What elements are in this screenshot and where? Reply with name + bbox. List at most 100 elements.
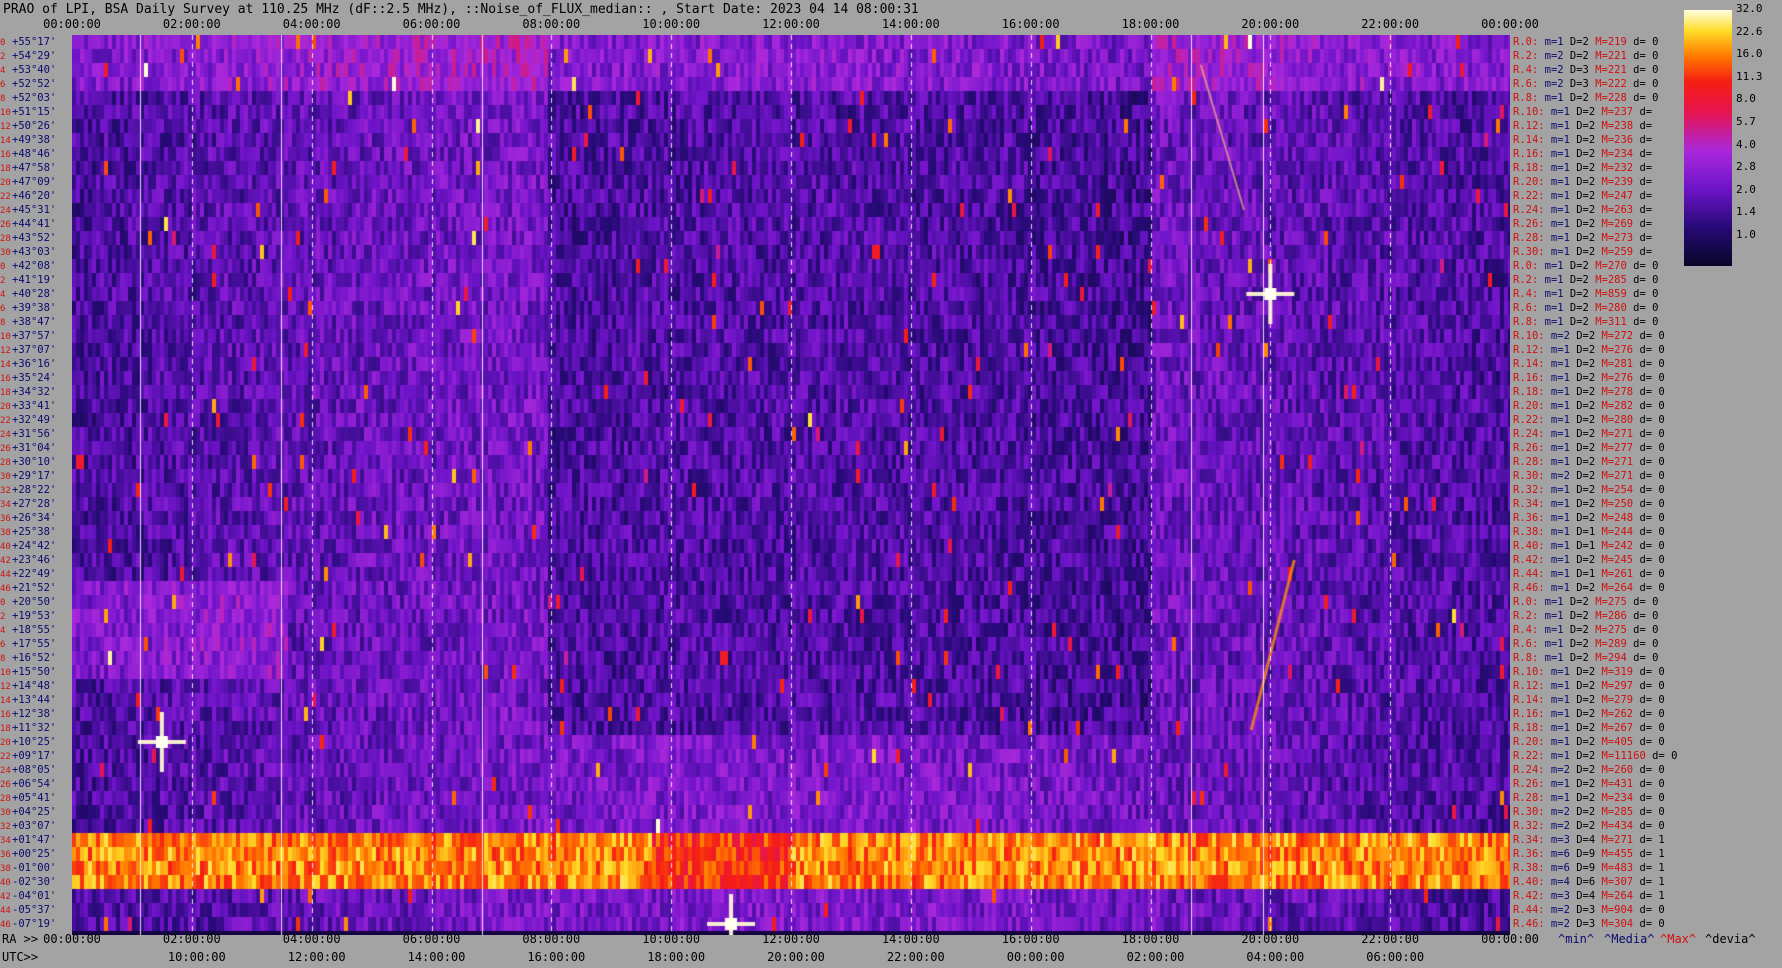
stat-m: m=1	[1544, 344, 1570, 356]
stat-dev: d= 0	[1633, 582, 1665, 594]
declination-row-label: 46-07°19'	[0, 917, 56, 931]
row-declination: +28°22'	[12, 484, 57, 496]
declination-row-label: 4 +18°55'	[0, 623, 56, 637]
stat-max: M=304	[1595, 918, 1634, 930]
stat-r: R.36:	[1513, 848, 1545, 860]
row-index: 12	[0, 682, 11, 692]
row-declination: +17°55'	[12, 638, 57, 650]
stat-d: D=2	[1569, 736, 1596, 748]
stat-max: M=311	[1588, 316, 1627, 328]
declination-row-label: 40-02°30'	[0, 875, 56, 889]
stat-dev: d=	[1633, 204, 1653, 216]
row-stat: R.46: m=2 D=3 M=304 d= 0	[1513, 917, 1665, 931]
row-index: 6	[0, 80, 6, 90]
top-axis-tick: 02:00:00	[162, 17, 221, 31]
row-index: 28	[0, 458, 11, 468]
colorbar-tick: 2.8	[1736, 160, 1756, 174]
row-stat: R.38: m=1 D=1 M=244 d= 0	[1513, 525, 1665, 539]
row-declination: +04°25'	[12, 806, 57, 818]
row-index: 10	[0, 668, 11, 678]
declination-row-label: 38+25°38'	[0, 525, 56, 539]
row-index: 26	[0, 220, 11, 230]
row-stat: R.16: m=1 D=2 M=262 d= 0	[1513, 707, 1665, 721]
row-index: 26	[0, 780, 11, 790]
stat-r: R.24:	[1513, 764, 1545, 776]
row-index: 8	[0, 654, 6, 664]
stat-r: R.18:	[1513, 722, 1545, 734]
declination-row-label: 6 +39°38'	[0, 301, 56, 315]
stat-max: M=294	[1588, 652, 1627, 664]
stat-d: D=2	[1569, 372, 1596, 384]
stat-m: m=2	[1538, 78, 1564, 90]
stat-m: m=1	[1538, 624, 1564, 636]
row-declination: +06°54'	[12, 778, 57, 790]
stat-d: D=1	[1569, 540, 1596, 552]
stat-r: R.10:	[1513, 106, 1545, 118]
stat-r: R.12:	[1513, 344, 1545, 356]
stat-d: D=2	[1563, 274, 1589, 286]
stat-m: m=1	[1538, 274, 1564, 286]
stat-d: D=2	[1563, 652, 1589, 664]
colorbar-tick: 8.0	[1736, 92, 1756, 106]
stat-dev: d= 0	[1645, 750, 1678, 762]
stat-m: m=1	[1544, 372, 1570, 384]
declination-row-label: 24+31°56'	[0, 427, 56, 441]
declination-row-label: 28+30°10'	[0, 455, 56, 469]
row-index: 16	[0, 150, 11, 160]
stat-d: D=2	[1569, 680, 1596, 692]
row-index: 16	[0, 374, 11, 384]
row-declination: -01°00'	[12, 862, 57, 874]
stat-d: D=2	[1569, 456, 1596, 468]
stat-r: R.26:	[1513, 218, 1545, 230]
utc-axis-tick: 02:00:00	[1126, 950, 1185, 964]
declination-row-label: 26+06°54'	[0, 777, 56, 791]
stat-max: M=261	[1595, 568, 1634, 580]
stat-max: M=221	[1588, 50, 1627, 62]
stat-r: R.14:	[1513, 134, 1545, 146]
stat-d: D=2	[1569, 162, 1596, 174]
stat-m: m=1	[1544, 414, 1570, 426]
row-declination: +55°17'	[12, 36, 57, 48]
stat-d: D=2	[1569, 778, 1596, 790]
row-stat: R.0: m=1 D=2 M=275 d= 0	[1513, 595, 1658, 609]
stat-max: M=254	[1595, 484, 1634, 496]
row-index: 28	[0, 794, 11, 804]
stat-dev: d= 0	[1633, 470, 1665, 482]
row-index: 36	[0, 514, 11, 524]
row-stat: R.26: m=1 D=2 M=277 d= 0	[1513, 441, 1665, 455]
row-index: 14	[0, 136, 11, 146]
row-index: 12	[0, 346, 11, 356]
row-stat: R.8: m=1 D=2 M=294 d= 0	[1513, 651, 1658, 665]
stat-dev: d= 0	[1633, 722, 1665, 734]
stat-max: M=244	[1595, 526, 1634, 538]
declination-row-label: 18+47°58'	[0, 161, 56, 175]
row-declination: +27°28'	[12, 498, 57, 510]
row-declination: +37°07'	[12, 344, 57, 356]
stat-dev: d=	[1633, 134, 1653, 146]
stat-d: D=2	[1569, 218, 1596, 230]
stat-r: R.44:	[1513, 568, 1545, 580]
stat-r: R.34:	[1513, 834, 1545, 846]
row-declination: -02°30'	[12, 876, 57, 888]
stat-dev: d= 0	[1626, 316, 1659, 328]
stat-max: M=247	[1595, 190, 1634, 202]
stat-m: m=1	[1544, 442, 1570, 454]
stat-m: m=2	[1544, 470, 1570, 482]
declination-row-label: 16+12°38'	[0, 707, 56, 721]
top-axis-tick: 20:00:00	[1241, 17, 1300, 31]
declination-row-label: 36+26°34'	[0, 511, 56, 525]
row-index: 30	[0, 248, 11, 258]
row-index: 26	[0, 444, 11, 454]
stat-m: m=1	[1544, 176, 1570, 188]
stat-r: R.22:	[1513, 190, 1545, 202]
declination-row-label: 46+21°52'	[0, 581, 56, 595]
declination-row-label: 38-01°00'	[0, 861, 56, 875]
stat-m: m=1	[1538, 652, 1564, 664]
stat-dev: d= 1	[1633, 848, 1665, 860]
stat-r: R.6:	[1513, 302, 1539, 314]
stat-d: D=2	[1569, 358, 1596, 370]
declination-row-label: 28+05°41'	[0, 791, 56, 805]
declination-row-label: 20+47°09'	[0, 175, 56, 189]
stat-dev: d= 0	[1626, 302, 1659, 314]
declination-row-label: 30+04°25'	[0, 805, 56, 819]
